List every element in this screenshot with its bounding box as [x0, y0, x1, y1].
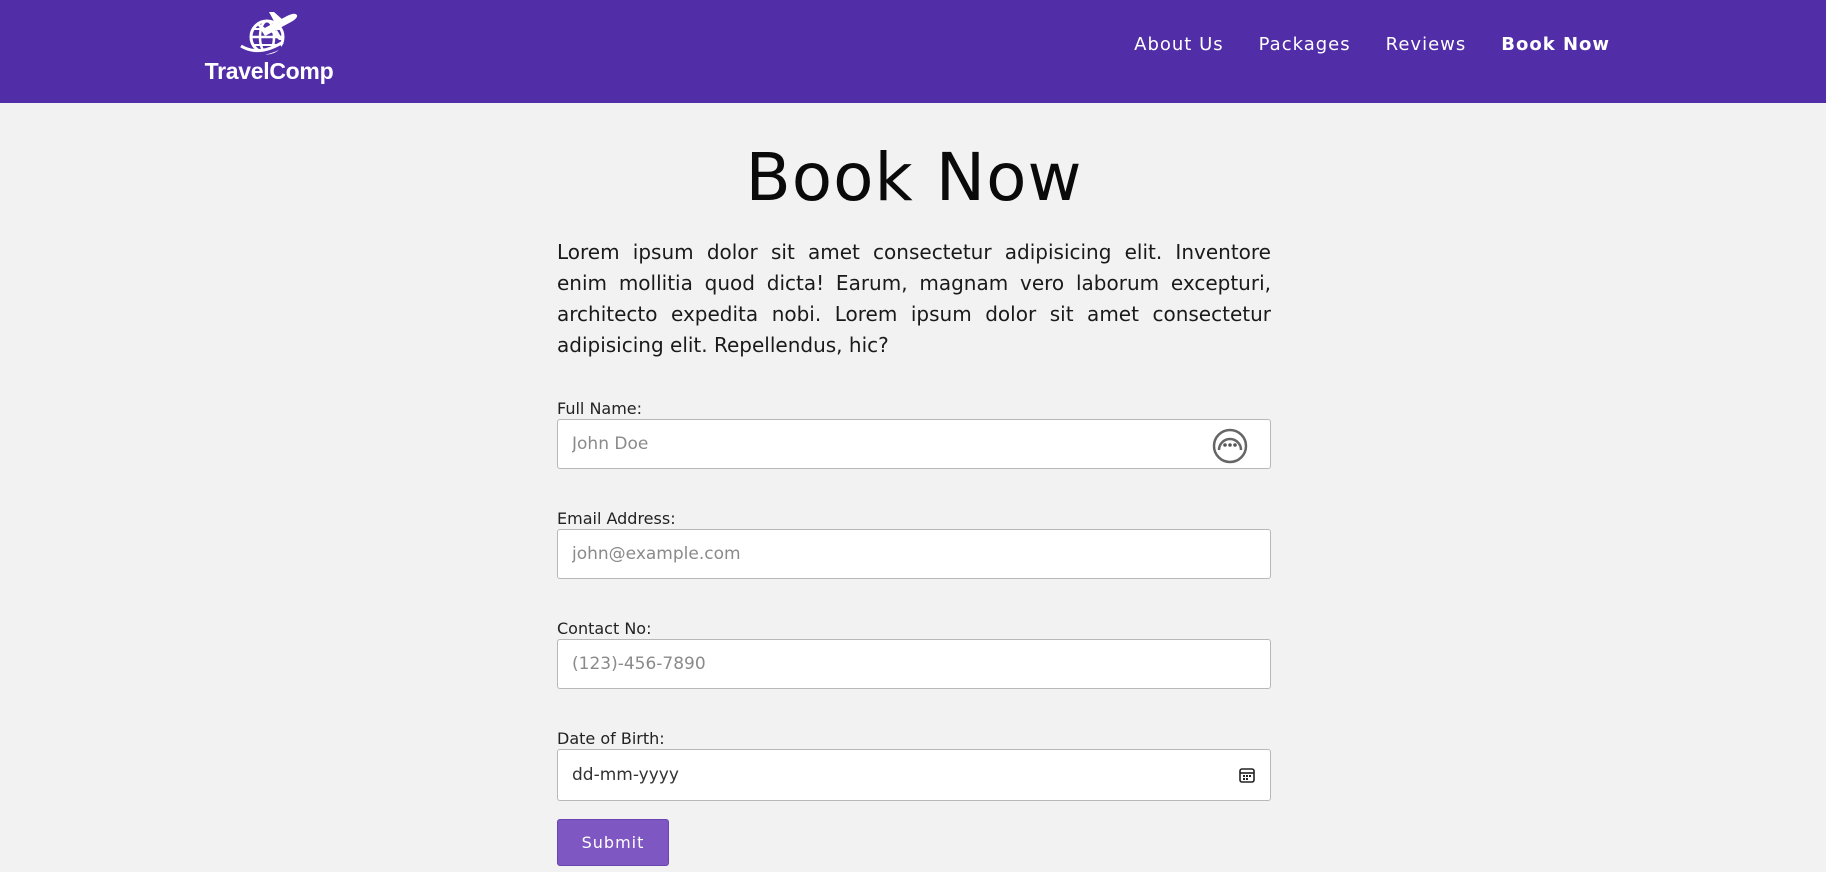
contact-label: Contact No:: [557, 619, 652, 638]
brand-logo[interactable]: TravelComp: [203, 10, 335, 90]
full-name-label: Full Name:: [557, 399, 643, 418]
email-field-wrapper: [557, 529, 1271, 579]
contact-input[interactable]: [558, 640, 1270, 688]
brand-name: TravelComp: [204, 58, 334, 84]
full-name-input[interactable]: [558, 420, 1270, 468]
page-title: Book Now: [745, 139, 1083, 216]
dob-input[interactable]: dd-mm-yyyy: [557, 749, 1271, 801]
booking-form: Full Name: Email Address: Contact No: Da…: [557, 399, 1271, 866]
full-name-field-wrapper: [557, 419, 1271, 469]
dob-label: Date of Birth:: [557, 729, 665, 748]
booking-section: Book Now Lorem ipsum dolor sit amet cons…: [557, 103, 1271, 866]
nav-link-about-us[interactable]: About Us: [1134, 34, 1224, 55]
main-nav: About Us Packages Reviews Book Now: [1099, 34, 1610, 55]
intro-paragraph: Lorem ipsum dolor sit amet consectetur a…: [557, 240, 1271, 357]
autofill-chat-icon[interactable]: [1212, 428, 1248, 468]
plane-globe-icon: [240, 12, 298, 55]
email-input[interactable]: [558, 530, 1270, 578]
nav-link-reviews[interactable]: Reviews: [1386, 34, 1467, 55]
dob-format-text: dd-mm-yyyy: [572, 765, 679, 785]
contact-field-wrapper: [557, 639, 1271, 689]
email-label: Email Address:: [557, 509, 676, 528]
navbar: TravelComp About Us Packages Reviews Boo…: [0, 0, 1826, 103]
submit-button[interactable]: Submit: [557, 819, 669, 866]
nav-link-packages[interactable]: Packages: [1259, 34, 1351, 55]
calendar-icon[interactable]: [1238, 766, 1256, 788]
nav-link-book-now[interactable]: Book Now: [1501, 34, 1610, 55]
